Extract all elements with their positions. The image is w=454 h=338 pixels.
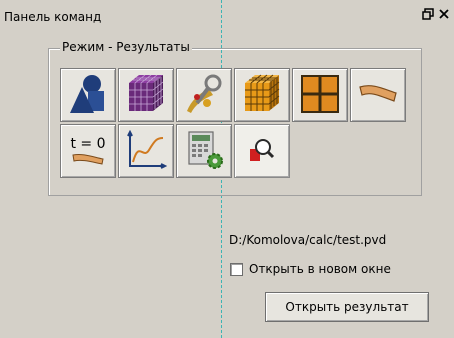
tool-results-button[interactable] xyxy=(234,124,290,178)
open-new-window-option[interactable]: Открыть в новом окне xyxy=(230,262,391,276)
tool-purple-mesh-button[interactable] xyxy=(118,68,174,122)
purple-mesh-cube-icon xyxy=(125,73,167,118)
graph-curve-icon xyxy=(125,129,168,173)
open-new-window-checkbox[interactable] xyxy=(230,262,243,276)
calculator-gear-icon xyxy=(183,129,225,174)
file-path-label: D:/Komolova/calc/test.pvd xyxy=(229,233,387,247)
tool-material-button[interactable] xyxy=(176,68,232,122)
open-new-window-label: Открыть в новом окне xyxy=(249,262,391,276)
material-wrench-icon xyxy=(183,73,225,118)
float-icon[interactable] xyxy=(422,8,434,23)
orange-mesh-cube-icon xyxy=(241,73,283,118)
tool-calculator-button[interactable] xyxy=(176,124,232,178)
tool-graph-button[interactable] xyxy=(118,124,174,178)
deformed-beam-icon xyxy=(358,79,398,112)
open-result-button[interactable]: Открыть результат xyxy=(265,292,429,322)
groupbox-label: Режим - Результаты xyxy=(60,40,192,54)
grid-boundary-icon xyxy=(299,73,341,118)
initial-state-label: t = 0 xyxy=(70,136,106,152)
close-icon[interactable] xyxy=(438,8,450,23)
tool-initial-state-button[interactable]: t = 0 xyxy=(60,124,116,178)
tool-grid-button[interactable] xyxy=(292,68,348,122)
tool-deformed-button[interactable] xyxy=(350,68,406,122)
panel-title: Панель команд xyxy=(4,10,102,24)
results-magnifier-icon xyxy=(247,135,277,168)
tool-orange-mesh-button[interactable] xyxy=(234,68,290,122)
tool-geometry-button[interactable] xyxy=(60,68,116,122)
initial-state-icon: t = 0 xyxy=(70,136,106,166)
geometry-shapes-icon xyxy=(66,73,110,118)
